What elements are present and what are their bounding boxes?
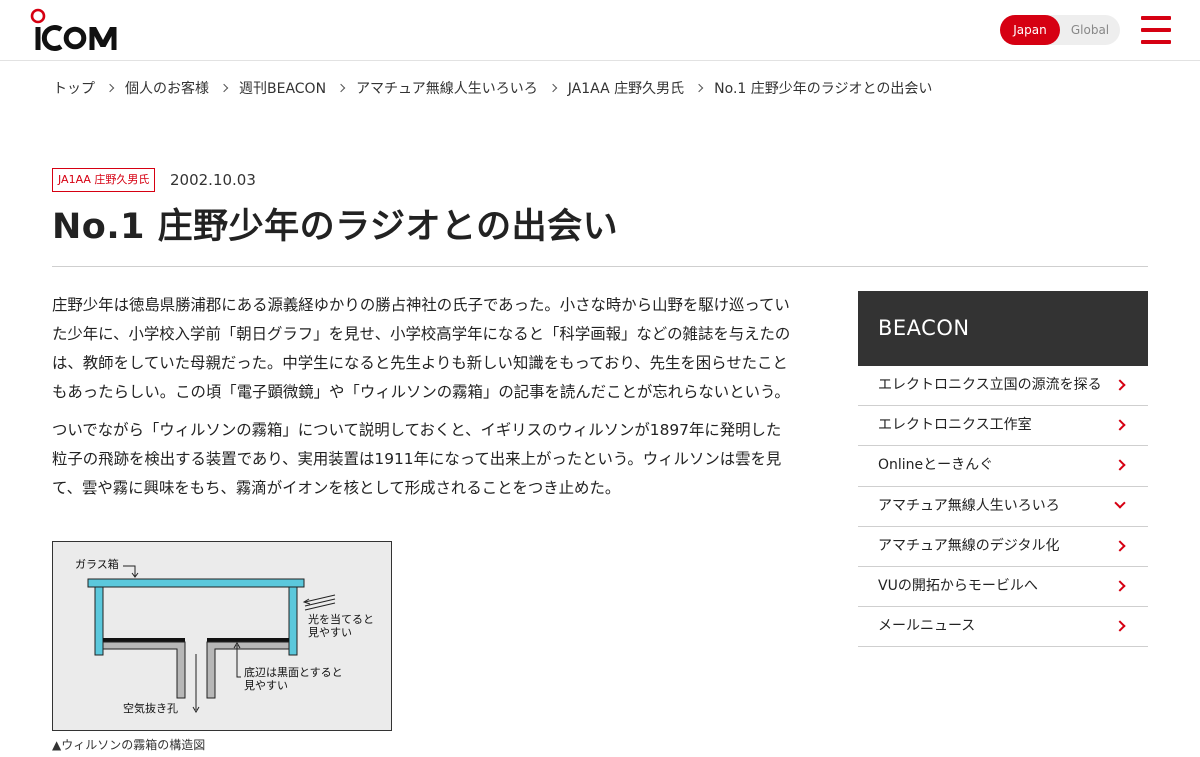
label-light-line1: 光を当てると	[308, 612, 374, 626]
title-divider	[52, 266, 1148, 267]
hamburger-menu-icon[interactable]	[1141, 16, 1171, 44]
sidebar-item-label: メールニュース	[878, 618, 976, 635]
sidebar-item-label: アマチュア無線人生いろいろ	[878, 497, 1060, 514]
language-switch: Japan Global	[1000, 15, 1120, 45]
sidebar-item-vu-mobile[interactable]: VUの開拓からモービルへ	[858, 567, 1148, 608]
chevron-right-icon	[1114, 419, 1126, 431]
beacon-sidebar: BEACON エレクトロニクス立国の源流を探る エレクトロニクス工作室 Onli…	[858, 291, 1148, 648]
chevron-right-icon	[1114, 580, 1126, 592]
figure-caption: ▲ウィルソンの霧箱の構造図	[52, 738, 206, 752]
breadcrumb-item-current: No.1 庄野少年のラジオとの出会い	[714, 81, 933, 97]
publish-date: 2002.10.03	[170, 171, 256, 189]
chevron-right-icon	[219, 83, 229, 93]
sidebar-item-mail-news[interactable]: メールニュース	[858, 607, 1148, 648]
article-body: 庄野少年は徳島県勝浦郡にある源義経ゆかりの勝占神社の氏子であった。小さな時から山…	[52, 291, 792, 512]
sidebar-item-digitalization[interactable]: アマチュア無線のデジタル化	[858, 527, 1148, 567]
chevron-down-icon	[1114, 496, 1126, 509]
sidebar-item-label: アマチュア無線のデジタル化	[878, 537, 1060, 554]
sidebar-heading: BEACON	[858, 291, 1148, 366]
article-paragraph: ついでながら「ウィルソンの霧箱」について説明しておくと、イギリスのウィルソンが1…	[52, 421, 782, 497]
label-bottom-line1: 底辺は黒面とすると	[244, 665, 343, 679]
label-glass-box: ガラス箱	[75, 557, 119, 571]
breadcrumb-item-personal[interactable]: 個人のお客様	[125, 78, 209, 98]
page-title: No.1 庄野少年のラジオとの出会い	[52, 207, 619, 247]
chevron-right-icon	[1114, 620, 1126, 632]
chevron-right-icon	[1114, 459, 1126, 472]
chevron-right-icon	[548, 83, 558, 93]
label-air-hole: 空気抜き孔	[123, 701, 178, 715]
label-light-line2: 見やすい	[308, 626, 352, 639]
chevron-right-icon	[105, 83, 115, 93]
cloud-chamber-diagram: ガラス箱 光を当てると 見やすい 底辺は黒面とすると 見やすい 空気抜き孔	[52, 541, 392, 731]
sidebar-item-label: VUの開拓からモービルへ	[878, 577, 1038, 594]
sidebar-item-electronics-workshop[interactable]: エレクトロニクス工作室	[858, 406, 1148, 447]
lang-japan-button[interactable]: Japan	[1000, 15, 1060, 45]
breadcrumb-item-amateur-radio[interactable]: アマチュア無線人生いろいろ	[356, 78, 538, 98]
sidebar-item-label: エレクトロニクス立国の源流を探る	[878, 377, 1102, 393]
breadcrumb-item-ja1aa[interactable]: JA1AA 庄野久男氏	[568, 78, 684, 98]
sidebar-item-label: Onlineとーきんぐ	[878, 457, 994, 474]
article-paragraph: 庄野少年は徳島県勝浦郡にある源義経ゆかりの勝占神社の氏子であった。小さな時から山…	[52, 296, 791, 401]
sidebar-item-label: エレクトロニクス工作室	[878, 417, 1032, 434]
sidebar-item-online-talking[interactable]: Onlineとーきんぐ	[858, 446, 1148, 487]
label-bottom-line2: 見やすい	[244, 679, 288, 692]
site-header: Japan Global	[0, 0, 1200, 61]
lang-global-button[interactable]: Global	[1060, 15, 1120, 45]
chevron-right-icon	[336, 83, 346, 93]
breadcrumb: トップ 個人のお客様 週刊BEACON アマチュア無線人生いろいろ JA1AA …	[53, 78, 932, 98]
chevron-right-icon	[694, 83, 704, 93]
breadcrumb-item-beacon[interactable]: 週刊BEACON	[239, 78, 326, 98]
breadcrumb-item-top[interactable]: トップ	[53, 78, 95, 98]
category-tag[interactable]: JA1AA 庄野久男氏	[52, 168, 156, 192]
sidebar-item-electronics-origin[interactable]: エレクトロニクス立国の源流を探る	[858, 366, 1148, 407]
chevron-right-icon	[1114, 540, 1126, 552]
chevron-right-icon	[1114, 379, 1126, 391]
sidebar-item-amateur-radio-life[interactable]: アマチュア無線人生いろいろ	[858, 487, 1148, 527]
icom-logo[interactable]	[30, 8, 122, 54]
